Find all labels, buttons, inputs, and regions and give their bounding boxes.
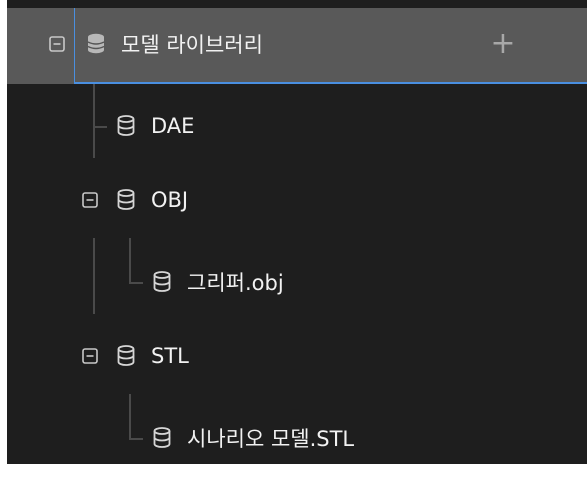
collapse-icon[interactable] (82, 192, 98, 208)
tree-item-stl[interactable]: STL (82, 336, 189, 376)
database-icon (117, 115, 135, 136)
database-icon (153, 427, 171, 448)
tree-connector-line (129, 394, 131, 440)
tree-item-label: 그리퍼.obj (187, 271, 284, 295)
tree-root-node[interactable]: 모델 라이브러리 (49, 24, 263, 64)
tree-item-label: STL (151, 344, 189, 368)
tree-connector-line (93, 126, 107, 128)
database-icon (87, 33, 105, 54)
tree-item-label: DAE (151, 114, 195, 138)
tree-item-label: OBJ (151, 188, 189, 212)
tree-item-gripper-obj[interactable]: 그리퍼.obj (151, 262, 284, 302)
tree-connector-line (93, 84, 95, 158)
collapse-icon[interactable] (49, 36, 65, 52)
database-icon (117, 345, 135, 366)
tree-item-dae[interactable]: DAE (115, 106, 194, 146)
add-button[interactable]: + (483, 24, 523, 64)
database-icon (117, 189, 135, 210)
model-library-tree-panel: 모델 라이브러리 + DAE OBJ 그리퍼.obj STL 시나리오 모델.S… (7, 0, 587, 464)
database-icon (153, 271, 171, 292)
tree-connector-line (129, 238, 131, 284)
tree-connector-line (129, 282, 143, 284)
tree-item-obj[interactable]: OBJ (82, 180, 188, 220)
tree-connector-line (129, 438, 143, 440)
tree-item-scenario-model-stl[interactable]: 시나리오 모델.STL (151, 418, 354, 458)
tree-connector-line (93, 238, 95, 314)
tree-root-label: 모델 라이브러리 (121, 33, 263, 57)
collapse-icon[interactable] (82, 348, 98, 364)
tree-item-label: 시나리오 모델.STL (187, 427, 355, 451)
